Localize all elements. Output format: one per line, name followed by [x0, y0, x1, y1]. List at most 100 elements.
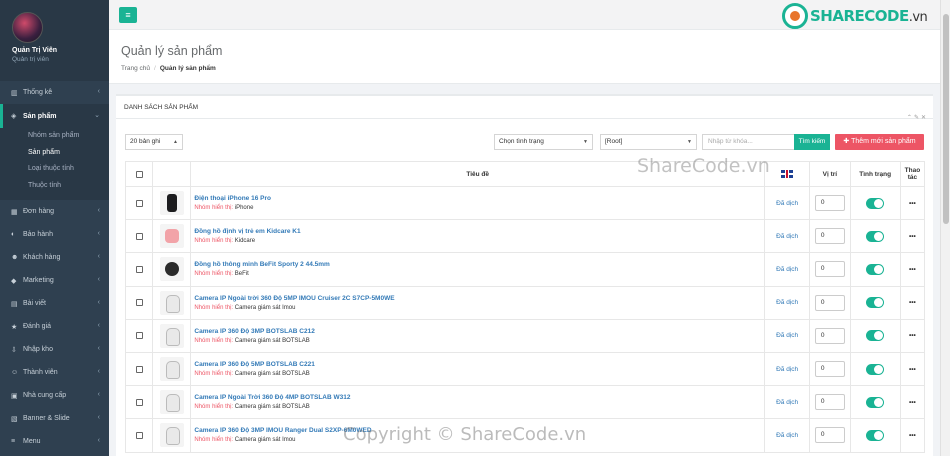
sidebar-item-nhap-kho[interactable]: ⇩ Nhập kho ‹	[0, 338, 109, 361]
translation-link[interactable]: Đã dịch	[776, 432, 798, 439]
more-actions-icon[interactable]: •••	[909, 399, 916, 406]
more-actions-icon[interactable]: •••	[909, 200, 916, 207]
row-checkbox[interactable]	[135, 332, 143, 340]
position-header[interactable]: Vị trí	[809, 161, 851, 187]
row-checkbox[interactable]	[135, 365, 143, 373]
more-actions-icon[interactable]: •••	[909, 266, 916, 273]
product-thumbnail[interactable]	[159, 191, 184, 216]
product-thumbnail[interactable]	[159, 423, 184, 448]
status-header[interactable]: Tình trạng	[849, 161, 901, 187]
page-scrollbar[interactable]	[940, 0, 950, 456]
product-thumbnail[interactable]	[159, 257, 184, 282]
title-header[interactable]: Tiêu đề	[190, 161, 765, 187]
row-checkbox[interactable]	[135, 398, 143, 406]
subitem-san-pham[interactable]: Sản phẩm	[0, 145, 109, 162]
position-input[interactable]: 0	[814, 327, 845, 344]
sidebar-item-san-pham[interactable]: ◈ Sản phẩm ⌄	[0, 104, 109, 128]
user-name[interactable]: Quản Trị Viên	[12, 47, 109, 54]
translation-link[interactable]: Đã dịch	[776, 332, 798, 339]
sidebar-item-danh-gia[interactable]: ★ Đánh giá ‹	[0, 315, 109, 338]
menu-toggle-button[interactable]: ≡	[119, 7, 137, 23]
sidebar-item-khach-hang[interactable]: ☻ Khách hàng ‹	[0, 246, 109, 269]
translation-link[interactable]: Đã dịch	[776, 366, 798, 373]
position-input[interactable]: 0	[814, 394, 845, 411]
more-actions-icon[interactable]: •••	[909, 366, 916, 373]
status-toggle[interactable]	[866, 297, 885, 309]
product-thumbnail[interactable]	[159, 224, 184, 249]
select-all-checkbox[interactable]	[135, 170, 143, 178]
product-name-link[interactable]: Camera IP Ngoài trời 360 Độ 5MP IMOU Cru…	[191, 295, 764, 302]
add-product-button[interactable]: ✚ Thêm mới sản phẩm	[835, 134, 924, 150]
row-checkbox[interactable]	[135, 199, 143, 207]
position-input[interactable]: 0	[814, 294, 845, 311]
position-input[interactable]: 0	[814, 228, 845, 245]
sidebar-item-don-hang[interactable]: ▦ Đơn hàng ‹	[0, 200, 109, 223]
scroll-thumb[interactable]	[943, 14, 949, 224]
status-toggle[interactable]	[866, 230, 885, 242]
status-toggle[interactable]	[866, 429, 885, 441]
uk-flag-icon	[781, 170, 794, 178]
sidebar-item-thong-ke[interactable]: ▥ Thống kê ‹	[0, 81, 109, 104]
sidebar-item-label: Nhà cung cấp	[23, 392, 67, 399]
subitem-thuoc-tinh[interactable]: Thuộc tính	[0, 178, 109, 195]
translation-link[interactable]: Đã dịch	[776, 200, 798, 207]
product-table: Tiêu đề Vị trí Tình trạng Thao tác Điện t…	[124, 161, 926, 453]
position-input[interactable]: 0	[814, 361, 845, 378]
product-name-link[interactable]: Camera IP 360 Độ 3MP IMOU Ranger Dual S2…	[191, 427, 764, 434]
product-thumbnail[interactable]	[159, 323, 184, 348]
position-input[interactable]: 0	[814, 427, 845, 444]
translation-link[interactable]: Đã dịch	[776, 233, 798, 240]
wrench-icon[interactable]: ✎	[914, 115, 921, 121]
product-name-link[interactable]: Đồng hồ thông minh BeFit Sporty 2 44.5mm	[191, 261, 764, 268]
keyword-input[interactable]: Nhập từ khóa...	[702, 134, 795, 150]
sidebar-item-bai-viet[interactable]: ▤ Bài viết ‹	[0, 292, 109, 315]
row-checkbox[interactable]	[135, 265, 143, 273]
status-toggle[interactable]	[866, 197, 885, 209]
position-input[interactable]: 0	[814, 261, 845, 278]
import-icon: ⇩	[11, 346, 17, 354]
search-button[interactable]: Tìm kiếm	[794, 134, 830, 150]
chevron-left-icon: ‹	[97, 299, 100, 306]
row-checkbox[interactable]	[135, 431, 143, 439]
subitem-loai-thuoc-tinh[interactable]: Loại thuộc tính	[0, 161, 109, 178]
position-input[interactable]: 0	[814, 195, 845, 212]
status-toggle[interactable]	[866, 330, 885, 342]
sidebar-item-bao-hanh[interactable]: ◐ Bảo hành ‹	[0, 223, 109, 246]
more-actions-icon[interactable]: •••	[909, 299, 916, 306]
more-actions-icon[interactable]: •••	[909, 233, 916, 240]
title-cell: Camera IP 360 Độ 5MP BOTSLAB C221 Nhóm hi…	[190, 351, 765, 387]
status-toggle[interactable]	[866, 363, 885, 375]
status-select[interactable]: Chọn tình trạng ▼	[494, 134, 593, 150]
product-name-link[interactable]: Camera IP 360 Độ 5MP BOTSLAB C221	[191, 361, 764, 368]
status-toggle[interactable]	[866, 396, 885, 408]
product-name-link[interactable]: Camera IP Ngoài Trời 360 Độ 4MP BOTSLAB …	[191, 394, 764, 401]
more-actions-icon[interactable]: •••	[909, 432, 916, 439]
sidebar-item-banner-slide[interactable]: ▧ Banner & Slide ‹	[0, 407, 109, 430]
product-name-link[interactable]: Điện thoại iPhone 16 Pro	[191, 195, 764, 202]
sidebar-item-thanh-vien[interactable]: ☺ Thành viên ‹	[0, 361, 109, 384]
sidebar-item-marketing[interactable]: ◆ Marketing ‹	[0, 269, 109, 292]
chevron-left-icon: ‹	[97, 345, 100, 352]
collapse-icon[interactable]: ⌃	[907, 115, 914, 121]
sidebar-item-menu[interactable]: ≡ Menu ‹	[0, 430, 109, 453]
sidebar-item-nha-cung-cap[interactable]: ▣ Nhà cung cấp ‹	[0, 384, 109, 407]
product-thumbnail[interactable]	[159, 390, 184, 415]
product-thumbnail[interactable]	[159, 357, 184, 382]
category-select[interactable]: [Root] ▼	[600, 134, 697, 150]
product-name-link[interactable]: Đồng hồ định vị trẻ em Kidcare K1	[191, 228, 764, 235]
status-toggle[interactable]	[866, 263, 885, 275]
subitem-nhom-san-pham[interactable]: Nhóm sản phẩm	[0, 128, 109, 145]
avatar[interactable]	[12, 12, 43, 43]
product-group: Nhóm hiển thị: BeFit	[191, 271, 764, 277]
row-checkbox[interactable]	[135, 299, 143, 307]
breadcrumb-home[interactable]: Trang chủ	[121, 65, 150, 72]
product-thumbnail[interactable]	[159, 290, 184, 315]
page-size-select[interactable]: 20 bản ghi ▲	[125, 134, 183, 150]
translation-link[interactable]: Đã dịch	[776, 266, 798, 273]
translation-link[interactable]: Đã dịch	[776, 299, 798, 306]
close-icon[interactable]: ✕	[921, 115, 928, 121]
row-checkbox[interactable]	[135, 232, 143, 240]
more-actions-icon[interactable]: •••	[909, 332, 916, 339]
product-name-link[interactable]: Camera IP 360 Độ 3MP BOTSLAB C212	[191, 328, 764, 335]
translation-link[interactable]: Đã dịch	[776, 399, 798, 406]
